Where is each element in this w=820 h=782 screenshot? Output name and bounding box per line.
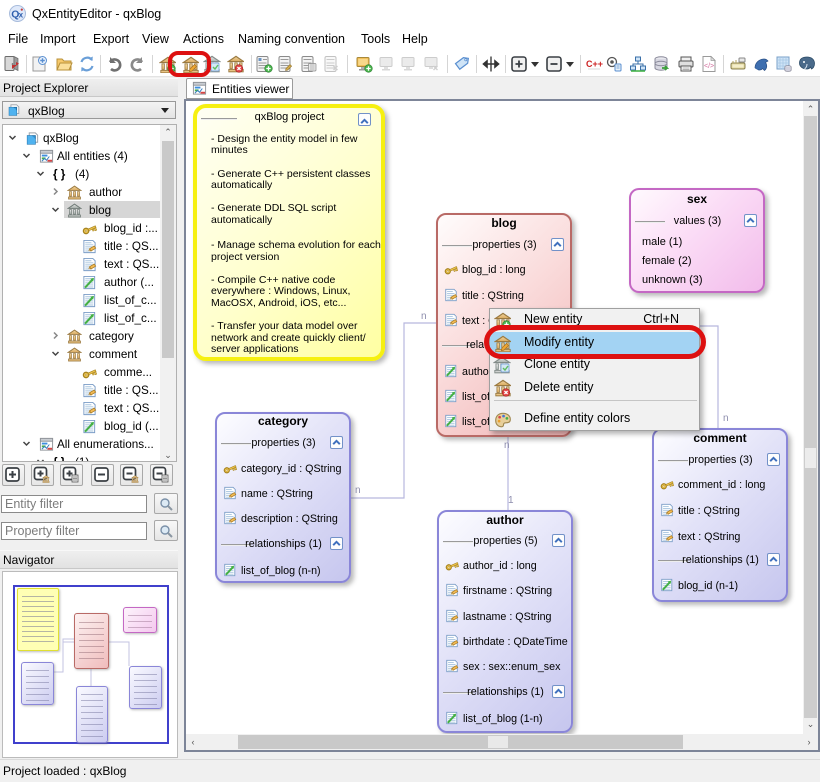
- svg-text:x: x: [19, 11, 24, 20]
- svg-text:</>: </>: [704, 63, 714, 70]
- svg-text:C++: C++: [586, 59, 603, 69]
